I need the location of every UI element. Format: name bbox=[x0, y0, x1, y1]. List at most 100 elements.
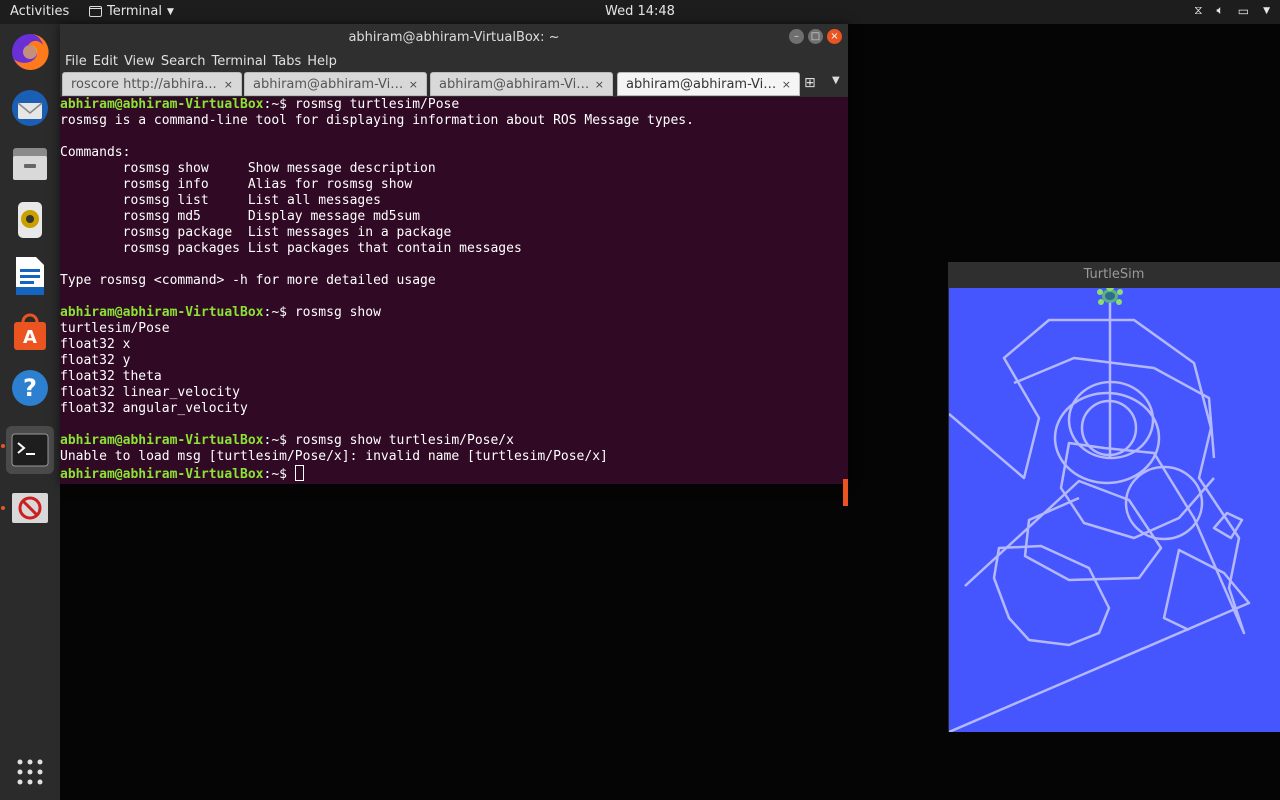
dock: A ? bbox=[0, 24, 60, 800]
terminal-icon bbox=[11, 433, 49, 467]
error-line: Unable to load msg [turtlesim/Pose/x]: i… bbox=[60, 449, 608, 464]
menu-edit[interactable]: Edit bbox=[92, 52, 123, 72]
tab-label: abhiram@abhiram-Vir... bbox=[439, 77, 590, 92]
tab-shell-1[interactable]: abhiram@abhiram-Vir... × bbox=[244, 72, 427, 96]
files-icon bbox=[13, 148, 47, 180]
output-line: Type rosmsg <command> -h for more detail… bbox=[60, 273, 436, 288]
firefox-icon bbox=[12, 33, 49, 70]
app-menu-label: Terminal bbox=[107, 4, 162, 19]
output-line: Commands: bbox=[60, 145, 131, 160]
prompt: abhiram@abhiram-VirtualBox bbox=[60, 467, 264, 482]
menu-terminal[interactable]: Terminal bbox=[210, 52, 271, 72]
menu-search[interactable]: Search bbox=[160, 52, 211, 72]
app-menu[interactable]: Terminal ▼ bbox=[89, 4, 174, 19]
text-cursor bbox=[294, 465, 304, 481]
prompt-suffix: :~$ bbox=[263, 97, 295, 112]
turtlesim-canvas bbox=[948, 283, 1280, 734]
output-line: rosmsg is a command-line tool for displa… bbox=[60, 113, 694, 128]
terminal-window: abhiram@abhiram-VirtualBox: ~ – □ × File… bbox=[60, 24, 848, 506]
files-launcher[interactable] bbox=[6, 140, 54, 188]
output-line: float32 y bbox=[60, 353, 131, 368]
output-line: turtlesim/Pose bbox=[60, 321, 170, 336]
close-tab-icon[interactable]: × bbox=[595, 73, 604, 97]
output-line: rosmsg list List all messages bbox=[60, 193, 381, 208]
turtlesim-title[interactable]: TurtleSim bbox=[948, 262, 1280, 288]
output-line: rosmsg md5 Display message md5sum bbox=[60, 209, 421, 224]
battery-icon: ▭ bbox=[1237, 3, 1250, 18]
close-tab-icon[interactable]: × bbox=[224, 73, 233, 97]
tab-label: abhiram@abhiram-Vir... bbox=[626, 77, 777, 92]
firefox-launcher[interactable] bbox=[6, 28, 54, 76]
terminal-titlebar[interactable]: abhiram@abhiram-VirtualBox: ~ – □ × bbox=[60, 24, 848, 52]
network-icon: ⧖ bbox=[1194, 3, 1203, 17]
rhythmbox-icon bbox=[18, 202, 42, 238]
software-launcher[interactable]: A bbox=[6, 308, 54, 356]
thunderbird-icon bbox=[12, 90, 48, 126]
window-title: abhiram@abhiram-VirtualBox: ~ bbox=[348, 30, 560, 45]
menu-file[interactable]: File bbox=[64, 52, 92, 72]
tab-menu-chevron-icon[interactable]: ▼ bbox=[832, 75, 840, 86]
output-line: rosmsg info Alias for rosmsg show bbox=[60, 177, 413, 192]
prompt: abhiram@abhiram-VirtualBox bbox=[60, 305, 264, 320]
virtualbox-launcher[interactable] bbox=[6, 484, 54, 532]
prompt-suffix: :~$ bbox=[263, 433, 295, 448]
svg-text:A: A bbox=[23, 327, 37, 348]
minimize-button[interactable]: – bbox=[789, 29, 804, 44]
clock[interactable]: Wed 14:48 bbox=[605, 4, 675, 19]
show-applications-button[interactable] bbox=[6, 748, 54, 796]
command-line: rosmsg show turtlesim/Pose/x bbox=[294, 433, 514, 448]
menu-help[interactable]: Help bbox=[306, 52, 342, 72]
prompt: abhiram@abhiram-VirtualBox bbox=[60, 433, 264, 448]
command-line: rosmsg turtlesim/Pose bbox=[294, 97, 460, 112]
running-indicator bbox=[1, 444, 5, 448]
top-bar: Activities Terminal ▼ Wed 14:48 ⧖ 🔈︎ ▭ ▼ bbox=[0, 0, 1280, 24]
close-tab-icon[interactable]: × bbox=[782, 73, 791, 97]
system-tray[interactable]: ⧖ 🔈︎ ▭ ▼ bbox=[1194, 3, 1270, 18]
turtlesim-window: TurtleSim bbox=[948, 262, 1280, 734]
close-tab-icon[interactable]: × bbox=[409, 73, 418, 97]
prompt: abhiram@abhiram-VirtualBox bbox=[60, 97, 264, 112]
svg-text:?: ? bbox=[23, 374, 37, 402]
tab-shell-2[interactable]: abhiram@abhiram-Vir... × bbox=[430, 72, 613, 96]
help-launcher[interactable]: ? bbox=[6, 364, 54, 412]
turtle-path-drawing bbox=[948, 283, 1251, 734]
output-line: rosmsg packages List packages that conta… bbox=[60, 241, 522, 256]
volume-icon: 🔈︎ bbox=[1216, 3, 1224, 17]
maximize-button[interactable]: □ bbox=[808, 29, 823, 44]
scrollbar[interactable] bbox=[843, 479, 848, 506]
output-line: float32 linear_velocity bbox=[60, 385, 241, 400]
software-icon: A bbox=[14, 313, 46, 350]
thunderbird-launcher[interactable] bbox=[6, 84, 54, 132]
virtualbox-icon bbox=[12, 493, 48, 523]
output-line: rosmsg package List messages in a packag… bbox=[60, 225, 452, 240]
turtle-sprite bbox=[1097, 283, 1123, 305]
tab-roscore[interactable]: roscore http://abhira... × bbox=[62, 72, 242, 96]
prompt-suffix: :~$ bbox=[263, 467, 295, 482]
new-tab-icon[interactable]: ⊞ bbox=[804, 75, 816, 91]
close-button[interactable]: × bbox=[827, 29, 842, 44]
chevron-down-icon: ▼ bbox=[1263, 5, 1270, 16]
terminal-app-icon bbox=[89, 6, 102, 17]
running-indicator bbox=[1, 506, 5, 510]
output-line: float32 angular_velocity bbox=[60, 401, 248, 416]
writer-icon bbox=[16, 257, 44, 295]
help-icon: ? bbox=[12, 370, 48, 406]
prompt-suffix: :~$ bbox=[263, 305, 295, 320]
command-line: rosmsg show bbox=[294, 305, 381, 320]
apps-grid-icon bbox=[17, 759, 43, 785]
output-line: float32 x bbox=[60, 337, 131, 352]
menu-view[interactable]: View bbox=[123, 52, 160, 72]
terminal-launcher[interactable] bbox=[6, 426, 54, 474]
rhythmbox-launcher[interactable] bbox=[6, 196, 54, 244]
output-line: float32 theta bbox=[60, 369, 162, 384]
menu-tabs[interactable]: Tabs bbox=[271, 52, 306, 72]
menu-bar: File Edit View Search Terminal Tabs Help bbox=[60, 52, 848, 72]
activities-button[interactable]: Activities bbox=[10, 4, 69, 19]
tab-bar: roscore http://abhira... × abhiram@abhir… bbox=[60, 72, 848, 97]
writer-launcher[interactable] bbox=[6, 252, 54, 300]
chevron-down-icon: ▼ bbox=[166, 6, 174, 17]
output-line: rosmsg show Show message description bbox=[60, 161, 436, 176]
terminal-output[interactable]: abhiram@abhiram-VirtualBox:~$ rosmsg tur… bbox=[60, 97, 844, 483]
tab-label: abhiram@abhiram-Vir... bbox=[253, 77, 404, 92]
tab-shell-3-active[interactable]: abhiram@abhiram-Vir... × bbox=[617, 72, 800, 96]
